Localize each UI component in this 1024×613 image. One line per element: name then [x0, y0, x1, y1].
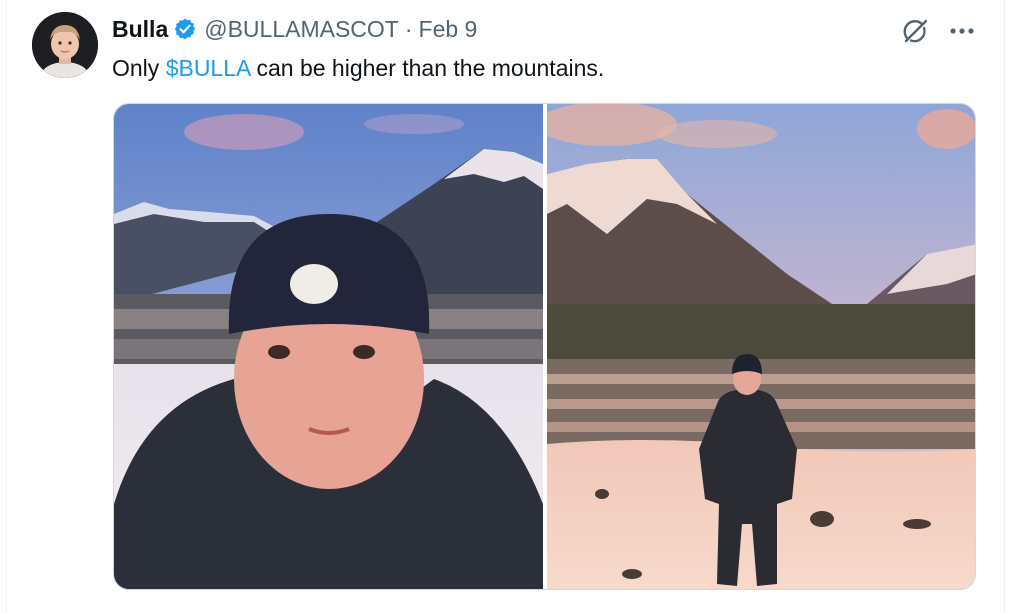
tweet-text-after: can be higher than the mountains.: [250, 55, 605, 81]
timeline-border-right: [1004, 0, 1005, 613]
photo-standing-in-snow-icon: [547, 104, 975, 589]
cashtag-link[interactable]: $BULLA: [166, 55, 250, 81]
child-avatar-icon: [32, 12, 98, 78]
grok-button[interactable]: [898, 14, 932, 48]
tweet-text-before: Only: [112, 55, 166, 81]
tweet-header: Bulla @BULLAMASCOT · Feb 9: [112, 14, 477, 44]
media-photo-1[interactable]: [114, 104, 543, 589]
tweet-card[interactable]: Bulla @BULLAMASCOT · Feb 9 Only $BULLA c…: [0, 0, 1024, 613]
author-avatar[interactable]: [32, 12, 98, 78]
tweet-text: Only $BULLA can be higher than the mount…: [112, 54, 604, 82]
header-separator: ·: [404, 15, 413, 42]
media-photo-2[interactable]: [547, 104, 975, 589]
more-dots-icon: [950, 28, 974, 34]
verified-badge-icon: [173, 17, 197, 41]
author-name[interactable]: Bulla: [112, 16, 168, 43]
tweet-date[interactable]: Feb 9: [419, 16, 478, 43]
timeline-border-left: [6, 0, 7, 613]
grok-icon: [903, 19, 928, 43]
author-handle[interactable]: @BULLAMASCOT: [204, 16, 399, 43]
more-options-button[interactable]: [944, 14, 980, 48]
photo-selfie-mountains-icon: [114, 104, 543, 589]
media-grid: [113, 103, 976, 590]
